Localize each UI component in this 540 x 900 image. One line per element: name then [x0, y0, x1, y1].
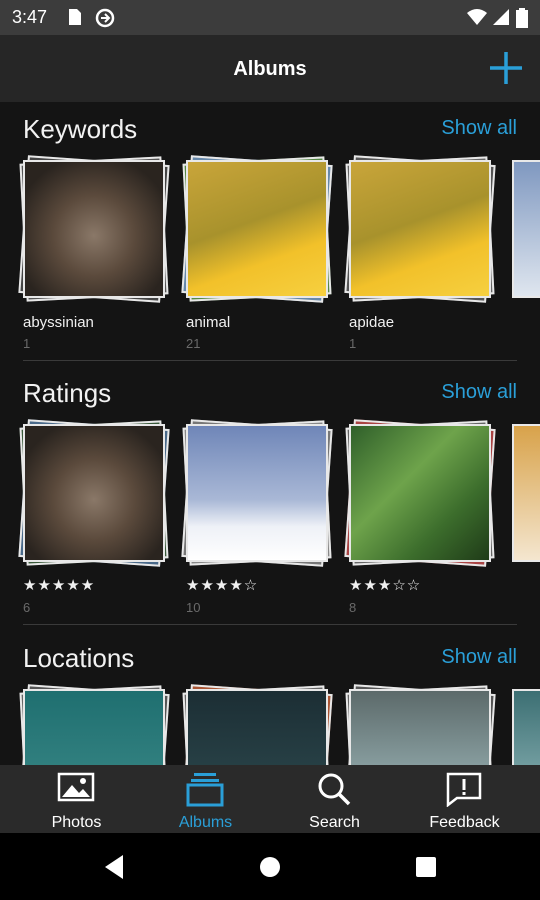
album-item[interactable]	[506, 681, 540, 765]
album-item[interactable]: apidae 1	[343, 152, 496, 351]
show-all-button[interactable]: Show all	[441, 381, 517, 404]
album-item[interactable]: ★★★☆☆ 8	[343, 416, 496, 615]
sd-card-icon	[69, 9, 81, 25]
album-cover-image	[186, 689, 328, 765]
album-count: 8	[349, 600, 357, 615]
section-title: Keywords	[23, 114, 138, 144]
home-icon[interactable]	[259, 856, 281, 878]
album-cover-image	[23, 160, 165, 298]
nav-label: Search	[309, 814, 360, 831]
nav-label: Feedback	[429, 814, 500, 831]
signal-icon	[493, 9, 509, 25]
album-item[interactable]	[343, 681, 496, 765]
battery-icon	[516, 8, 528, 28]
status-time: 3:47	[12, 7, 48, 27]
album-label: abyssinian	[23, 314, 94, 331]
album-label: animal	[186, 314, 231, 331]
wifi-icon	[467, 9, 487, 25]
feedback-icon	[446, 772, 482, 807]
album-item[interactable]	[180, 681, 333, 765]
app-bar: Albums	[0, 35, 540, 102]
photos-icon	[57, 772, 95, 802]
album-count: 1	[23, 336, 31, 351]
keywords-section: Keywords Show all abyssinian 1 animal 21	[0, 102, 540, 362]
album-item[interactable]: abyssinian 1	[17, 152, 170, 351]
album-count: 6	[23, 600, 31, 615]
rating-stars: ★★★★☆	[186, 576, 259, 594]
recents-icon[interactable]	[415, 856, 437, 878]
nav-label: Photos	[51, 814, 102, 831]
system-navigation-bar	[0, 833, 540, 900]
divider	[23, 360, 517, 361]
status-bar: 3:47	[0, 0, 540, 35]
locations-section: Locations Show all	[0, 631, 540, 765]
album-count: 21	[186, 336, 201, 351]
album-cover-image	[349, 160, 491, 298]
albums-content[interactable]: Keywords Show all abyssinian 1 animal 21	[0, 102, 540, 765]
album-item[interactable]: ★★★★☆ 10	[180, 416, 333, 615]
section-title: Locations	[23, 643, 135, 673]
album-count: 1	[349, 336, 357, 351]
add-album-icon[interactable]	[486, 48, 526, 88]
section-title: Ratings	[23, 378, 112, 408]
album-item[interactable]: ba 2	[506, 152, 540, 300]
rating-stars: ★★★★★	[23, 576, 96, 594]
divider	[23, 624, 517, 625]
album-cover-image	[23, 689, 165, 765]
album-cover-image	[512, 689, 540, 765]
nav-label: Albums	[178, 814, 233, 831]
albums-icon	[186, 773, 224, 807]
album-item[interactable]: ★ 16	[506, 416, 540, 564]
album-cover-image	[23, 424, 165, 562]
album-cover-image	[186, 160, 328, 298]
nav-item-search[interactable]: Search	[267, 765, 402, 833]
show-all-button[interactable]: Show all	[441, 117, 517, 140]
show-all-button[interactable]: Show all	[441, 646, 517, 669]
album-cover-image	[512, 160, 540, 298]
nav-item-feedback[interactable]: Feedback	[397, 765, 532, 833]
ratings-section: Ratings Show all ★★★★★ 6 ★★★★☆ 10 ★★★☆☆ …	[0, 366, 540, 626]
album-cover-image	[186, 424, 328, 562]
page-title: Albums	[233, 58, 307, 80]
album-label: apidae	[349, 314, 395, 331]
album-cover-image	[512, 424, 540, 562]
album-item[interactable]: ★★★★★ 6	[17, 416, 170, 615]
album-item[interactable]: animal 21	[180, 152, 333, 351]
back-icon[interactable]	[103, 854, 125, 880]
album-item[interactable]	[17, 681, 170, 765]
rating-stars: ★★★☆☆	[349, 576, 422, 594]
sync-icon	[95, 8, 115, 28]
bottom-navigation: Photos Albums Search Feedback	[0, 765, 540, 833]
album-count: 10	[186, 600, 201, 615]
album-cover-image	[349, 689, 491, 765]
nav-item-albums[interactable]: Albums	[138, 765, 273, 833]
album-cover-image	[349, 424, 491, 562]
nav-item-photos[interactable]: Photos	[9, 765, 144, 833]
search-icon	[318, 773, 351, 806]
